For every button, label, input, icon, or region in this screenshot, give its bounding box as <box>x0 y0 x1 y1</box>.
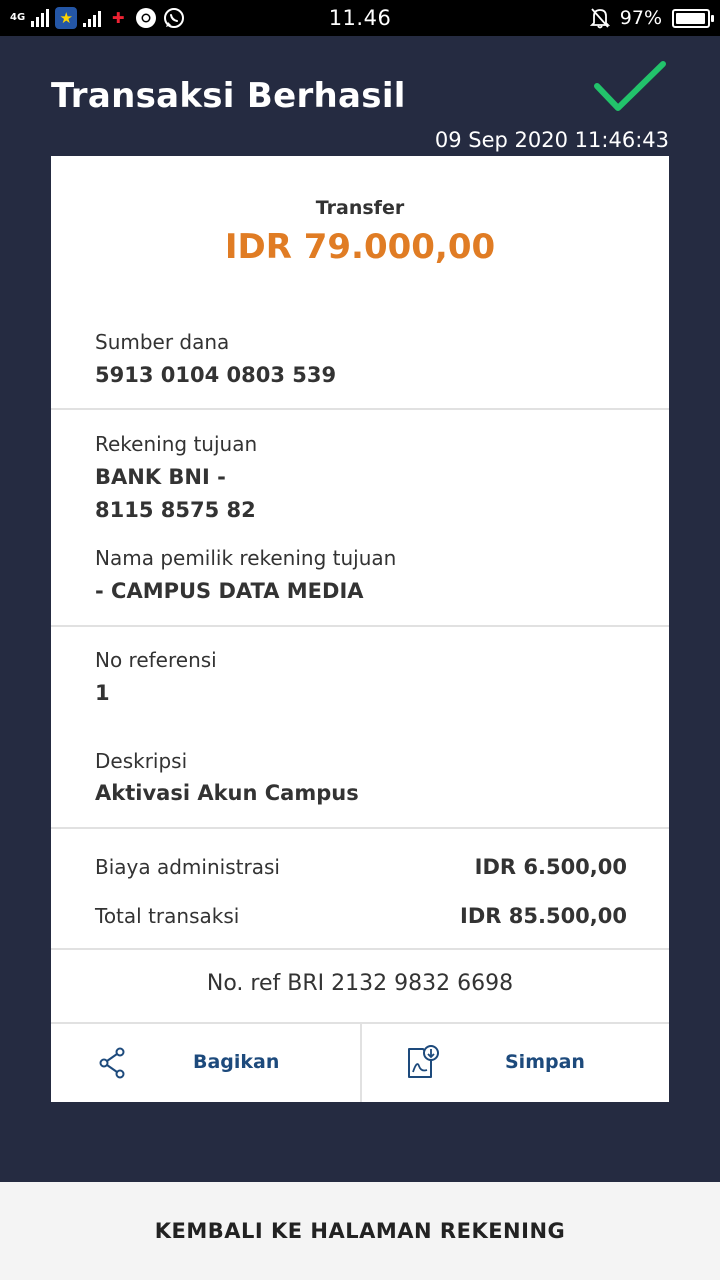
destination-section: Rekening tujuan BANK BNI - 8115 8575 82 … <box>51 410 669 627</box>
reference-label: No referensi <box>95 648 217 672</box>
transaction-type: Transfer <box>315 197 405 219</box>
description-value: Aktivasi Akun Campus <box>95 781 359 805</box>
reference-section: No referensi 1 Deskripsi Aktivasi Akun C… <box>51 627 669 829</box>
transfer-amount: IDR 79.000,00 <box>224 227 496 267</box>
description-label: Deskripsi <box>95 749 188 773</box>
amount-section: Transfer IDR 79.000,00 Sumber dana 5913 … <box>51 156 669 410</box>
bri-reference-number: No. ref BRI 2132 9832 6698 <box>206 971 514 996</box>
battery-level <box>676 12 706 24</box>
total-value: IDR 85.500,00 <box>460 904 627 928</box>
battery-percent: 97% <box>619 7 662 29</box>
page-title: Transaksi Berhasil <box>51 76 406 116</box>
admin-fee-label: Biaya administrasi <box>95 855 280 879</box>
share-button[interactable]: Bagikan <box>51 1024 360 1102</box>
share-label: Bagikan <box>193 1051 280 1073</box>
fees-section: Biaya administrasi IDR 6.500,00 Total tr… <box>51 829 669 950</box>
battery-icon <box>672 8 714 28</box>
check-icon <box>594 61 666 111</box>
status-icons-right: 97% <box>589 5 714 31</box>
transaction-timestamp: 09 Sep 2020 11:46:43 <box>434 128 669 152</box>
bri-reference-section: No. ref BRI 2132 9832 6698 <box>51 950 669 1024</box>
destination-bank: BANK BNI - <box>95 465 226 489</box>
save-label: Simpan <box>505 1051 585 1073</box>
share-icon <box>99 1047 125 1079</box>
destination-account: 8115 8575 82 <box>95 498 256 522</box>
save-button[interactable]: Simpan <box>362 1024 669 1102</box>
owner-name: - CAMPUS DATA MEDIA <box>95 579 364 603</box>
back-to-account-button[interactable]: KEMBALI KE HALAMAN REKENING <box>0 1182 720 1280</box>
back-to-account-label: KEMBALI KE HALAMAN REKENING <box>154 1219 566 1243</box>
bell-off-icon <box>589 8 610 29</box>
owner-label: Nama pemilik rekening tujuan <box>95 546 397 570</box>
status-bar: 4G ★ ✚ 11.46 97% <box>0 0 720 36</box>
admin-fee-value: IDR 6.500,00 <box>474 855 627 879</box>
receipt-card: Transfer IDR 79.000,00 Sumber dana 5913 … <box>51 156 669 1102</box>
pdf-download-icon <box>408 1045 439 1078</box>
total-label: Total transaksi <box>95 904 240 928</box>
admin-fee-row: Biaya administrasi IDR 6.500,00 <box>95 852 627 882</box>
total-row: Total transaksi IDR 85.500,00 <box>95 901 627 931</box>
reference-value: 1 <box>95 681 110 705</box>
source-account: 5913 0104 0803 539 <box>95 363 337 387</box>
source-label: Sumber dana <box>95 330 230 354</box>
destination-label: Rekening tujuan <box>95 432 258 456</box>
